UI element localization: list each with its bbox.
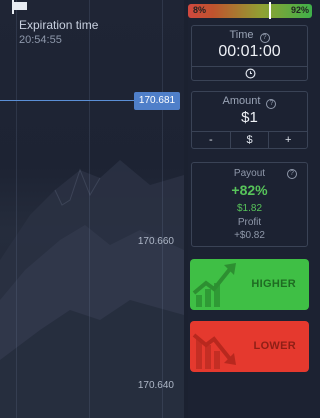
amount-value[interactable]: $1 bbox=[192, 109, 307, 126]
grid-line bbox=[89, 0, 90, 418]
amount-decrease-button[interactable]: - bbox=[192, 132, 230, 149]
expiration-flag-icon bbox=[13, 2, 27, 10]
sentiment-right-label: 92% bbox=[290, 5, 309, 15]
clock-icon[interactable] bbox=[245, 68, 256, 79]
payout-percent: +82% bbox=[231, 182, 268, 198]
current-price-line bbox=[0, 100, 134, 101]
time-selector[interactable]: Time ? 00:01:00 bbox=[191, 25, 308, 81]
payout-box: Payout ? +82% $1.82 Profit +$0.82 bbox=[191, 162, 308, 247]
amount-controls: - $ + bbox=[192, 131, 307, 149]
grid-line bbox=[162, 0, 163, 418]
current-price-tag: 170.681 bbox=[134, 92, 180, 110]
time-value[interactable]: 00:01:00 bbox=[192, 43, 307, 61]
payout-amount: $1.82 bbox=[236, 203, 263, 214]
lower-label: LOWER bbox=[253, 340, 296, 352]
mountain-background bbox=[0, 160, 184, 418]
sentiment-meter: 8% 92% bbox=[188, 1, 312, 20]
price-axis-label: 170.640 bbox=[137, 380, 174, 391]
higher-label: HIGHER bbox=[251, 278, 296, 290]
help-icon[interactable]: ? bbox=[287, 169, 297, 179]
amount-increase-button[interactable]: + bbox=[268, 132, 307, 149]
expiration-time: 20:54:55 bbox=[19, 34, 62, 46]
divider bbox=[192, 66, 307, 67]
currency-button[interactable]: $ bbox=[229, 132, 269, 149]
time-title: Time ? bbox=[192, 29, 307, 43]
trend-up-icon bbox=[192, 263, 236, 307]
lower-button[interactable]: LOWER bbox=[190, 321, 309, 372]
sentiment-left-label: 8% bbox=[193, 5, 207, 15]
profit-value: +$0.82 bbox=[234, 230, 265, 241]
expiration-label: Expiration time bbox=[19, 18, 99, 32]
amount-title-text: Amount bbox=[222, 95, 261, 107]
help-icon[interactable]: ? bbox=[266, 99, 277, 109]
trade-panel: 8% 92% Time ? 00:01:00 Amount ? $1 - $ +… bbox=[188, 0, 320, 418]
chart-area[interactable]: Expiration time 20:54:55 170.681 170.660… bbox=[0, 0, 184, 418]
amount-selector[interactable]: Amount ? $1 - $ + bbox=[191, 91, 308, 149]
price-axis-label: 170.660 bbox=[137, 236, 174, 247]
help-icon[interactable]: ? bbox=[259, 33, 270, 43]
trend-down-icon bbox=[192, 333, 236, 369]
grid-line bbox=[16, 0, 17, 418]
higher-button[interactable]: HIGHER bbox=[190, 259, 309, 310]
time-title-text: Time bbox=[229, 29, 254, 41]
sentiment-marker bbox=[268, 2, 271, 19]
profit-label: Profit bbox=[237, 217, 262, 228]
amount-title: Amount ? bbox=[192, 95, 307, 109]
